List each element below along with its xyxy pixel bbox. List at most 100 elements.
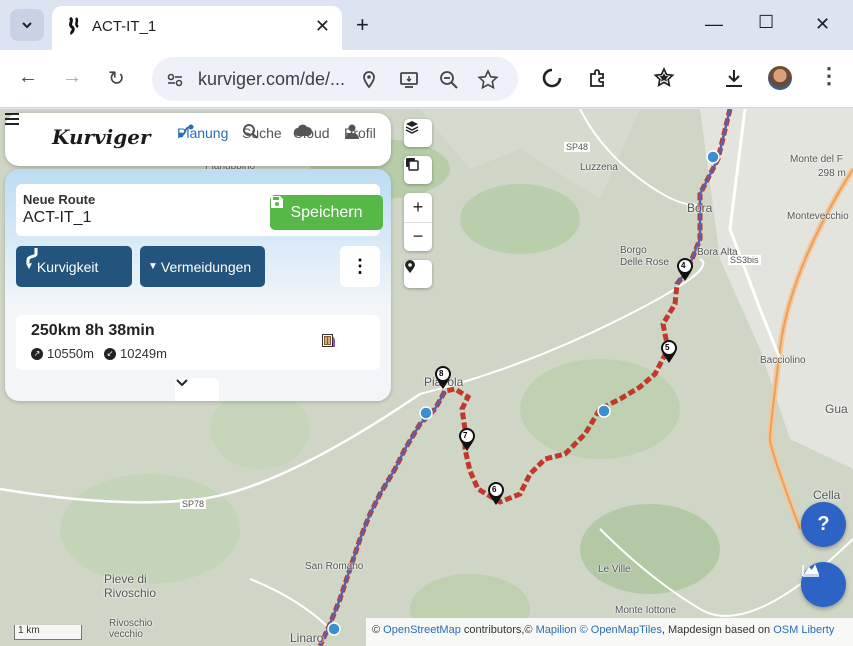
more-vertical-icon: ⋮ <box>351 256 369 276</box>
close-window-button[interactable]: ✕ <box>815 14 830 35</box>
location-icon[interactable] <box>358 69 380 91</box>
chevron-down-icon <box>176 379 188 387</box>
waypoint-number: 7 <box>463 431 468 440</box>
map-label: Rivoschio <box>104 586 157 600</box>
route-card: Neue Route ACT-IT_1 Speichern <box>16 184 383 236</box>
overlay-toggle-button[interactable] <box>404 156 432 184</box>
caret-down-icon: ▼ <box>148 261 158 272</box>
download-icon[interactable] <box>722 66 746 90</box>
bookmarks-star-icon[interactable] <box>652 66 676 90</box>
active-tab[interactable]: ACT-IT_1 ✕ <box>52 6 342 50</box>
waypoint-number: 6 <box>492 485 497 494</box>
osm-link[interactable]: OpenStreetMap <box>383 624 461 636</box>
map-label: Cella <box>813 488 841 502</box>
person-icon <box>345 124 359 139</box>
map-label-road: SP48 <box>564 142 591 152</box>
maximize-button[interactable]: ☐ <box>758 12 774 33</box>
map-label: Delle Rose <box>620 257 669 268</box>
reload-icon[interactable]: ↻ <box>108 66 125 91</box>
locate-button[interactable] <box>404 260 432 288</box>
map-label: Bacciolino <box>760 355 806 366</box>
route-label: Neue Route <box>23 192 96 207</box>
openmaptiles-link[interactable]: © OpenMapTiles <box>580 624 662 636</box>
floppy-disk-icon <box>271 196 283 208</box>
mapilion-link[interactable]: Mapilion <box>536 624 577 636</box>
extensions-puzzle-icon[interactable] <box>586 66 610 90</box>
search-icon <box>243 124 258 139</box>
zoom-controls: + − <box>404 193 432 251</box>
profile-avatar[interactable] <box>768 66 792 90</box>
map-label: 298 m <box>818 168 846 179</box>
extension-sync-icon[interactable] <box>540 66 564 90</box>
elevation-profile-button[interactable] <box>801 562 846 607</box>
waypoint-number: 8 <box>439 369 444 378</box>
address-bar[interactable]: kurviger.com/de/... <box>152 57 518 101</box>
elevation-stats: ↗ 10550m ↙ 10249m <box>31 346 167 361</box>
location-pin-icon <box>405 260 415 273</box>
map-attribution: © OpenStreetMap contributors,© Mapilion … <box>366 618 853 646</box>
route-name-input[interactable]: ACT-IT_1 <box>23 209 91 227</box>
waypoint-number: 4 <box>681 261 686 270</box>
install-app-icon[interactable] <box>398 69 420 91</box>
hamburger-menu-icon[interactable] <box>5 113 19 125</box>
kurviger-logo-icon <box>68 16 79 36</box>
expand-panel-button[interactable] <box>175 378 219 401</box>
save-button[interactable]: Speichern <box>270 195 383 230</box>
tab-title: ACT-IT_1 <box>92 18 157 35</box>
zoom-out-icon[interactable] <box>438 69 460 91</box>
unpaved-road-icon <box>322 334 333 347</box>
tab-close-icon[interactable]: ✕ <box>315 16 330 37</box>
curviness-dropdown[interactable]: ▼ Kurvigkeit <box>16 246 132 287</box>
avoidances-dropdown[interactable]: ▼ Vermeidungen <box>140 246 265 287</box>
browser-tab-bar: ACT-IT_1 ✕ + — ☐ ✕ <box>0 0 853 50</box>
map-label: Linaro <box>290 631 324 645</box>
map-label: Le Ville <box>598 564 631 575</box>
map-label: Monte Iottone <box>615 605 677 616</box>
app-header: Kurviger Planung Suche Cloud Profil <box>5 113 391 166</box>
map-label: Monte del F <box>790 154 843 165</box>
browser-toolbar: ← → ↻ kurviger.com/de/... ⋮ <box>0 50 853 108</box>
new-tab-button[interactable]: + <box>356 12 369 38</box>
map-label: Pieve di <box>104 572 147 586</box>
map-canvas[interactable]: Planubbino SP48 Luzzena Monte del F 298 … <box>0 109 853 646</box>
layers-icon <box>405 121 419 134</box>
route-stats-card[interactable]: 250km 8h 38min ↗ 10550m ↙ 10249m <box>16 315 380 370</box>
browser-menu-icon[interactable]: ⋮ <box>818 63 840 89</box>
route-summary: 250km 8h 38min <box>31 322 155 339</box>
overlay-icon <box>406 158 419 171</box>
more-options-button[interactable]: ⋮ <box>340 246 380 287</box>
chevron-down-icon <box>22 22 32 29</box>
map-label: Bora <box>687 201 713 215</box>
descent-icon: ↙ <box>103 347 116 360</box>
tab-search-button[interactable] <box>10 9 44 41</box>
osm-liberty-link[interactable]: OSM Liberty <box>773 624 834 636</box>
forward-arrow-icon[interactable]: → <box>62 66 82 89</box>
waypoint-number: 5 <box>665 343 670 352</box>
map-label: vecchio <box>109 629 143 640</box>
nav-planung[interactable]: Planung <box>177 123 228 141</box>
app-logo: Kurviger <box>52 125 151 149</box>
nav-cloud[interactable]: Cloud <box>293 123 330 141</box>
minimize-button[interactable]: — <box>705 14 723 35</box>
map-label: Luzzena <box>580 162 618 173</box>
map-label: Borgo <box>620 245 647 256</box>
url-text: kurviger.com/de/... <box>198 69 346 89</box>
nav-profil[interactable]: Profil <box>344 123 376 141</box>
route-icon <box>178 124 194 138</box>
ascent-icon: ↗ <box>31 347 43 360</box>
layers-button[interactable] <box>404 119 432 147</box>
zoom-in-icon[interactable]: + <box>413 193 424 222</box>
nav-suche[interactable]: Suche <box>242 123 282 141</box>
cloud-icon <box>294 124 313 136</box>
route-panel: Neue Route ACT-IT_1 Speichern ▼ Kurvigke… <box>5 169 391 401</box>
map-label-road: SP78 <box>180 499 207 509</box>
bookmark-star-icon[interactable] <box>477 69 499 91</box>
back-arrow-icon[interactable]: ← <box>18 66 38 89</box>
help-button[interactable]: ? <box>801 502 846 547</box>
zoom-out-map-icon[interactable]: − <box>404 222 432 251</box>
map-label: Montevecchio <box>787 211 849 222</box>
site-settings-icon[interactable] <box>164 69 186 91</box>
map-label: San Romano <box>305 561 364 572</box>
map-label: Gua <box>825 402 848 416</box>
map-label: Rivoschio <box>109 618 153 629</box>
